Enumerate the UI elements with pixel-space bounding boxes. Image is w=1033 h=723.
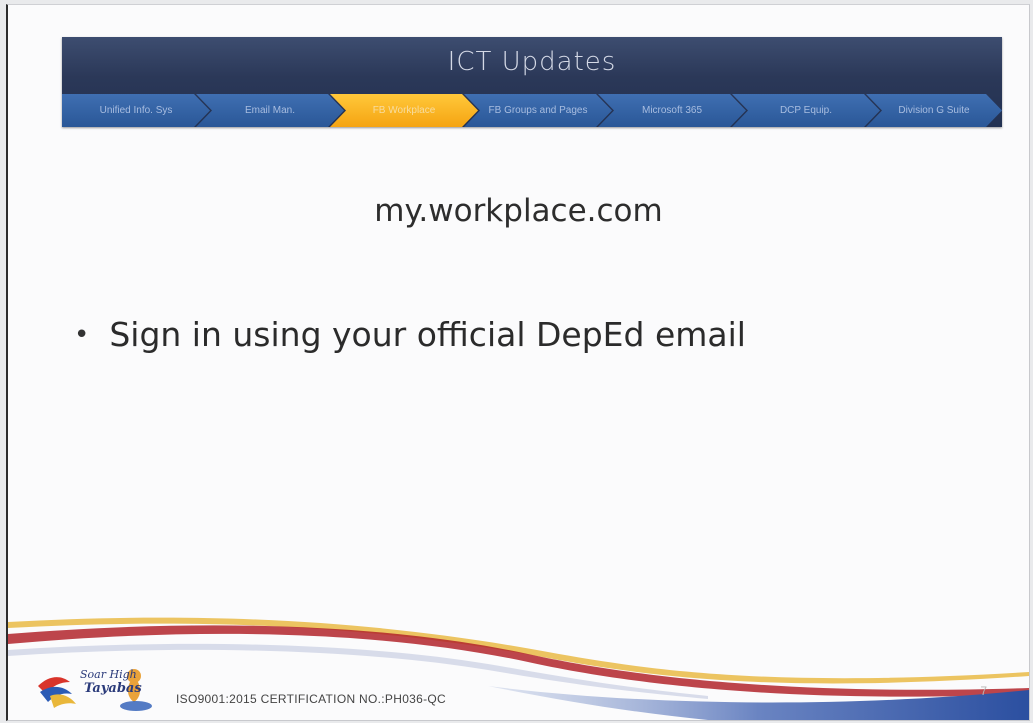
step-fb-groups-and-pages[interactable]: FB Groups and Pages [464,94,612,127]
step-dcp-equip[interactable]: DCP Equip. [732,94,880,127]
banner-title: ICT Updates [447,47,617,77]
svg-text:Soar High: Soar High [80,668,137,681]
slide-heading: my.workplace.com [374,193,663,229]
progress-steps: Unified Info. Sys Email Man. FB Workplac… [62,94,1002,127]
footer-swoosh [8,617,1029,720]
step-fb-workplace[interactable]: FB Workplace [330,94,478,127]
bullet-text: Sign in using your official DepEd email [109,315,746,354]
step-division-g-suite[interactable]: Division G Suite [866,94,1002,127]
step-email-man[interactable]: Email Man. [196,94,344,127]
soar-high-tayabas-logo: Soar High Tayabas [38,668,152,711]
page-number: 7 [980,684,987,698]
svg-text:Tayabas: Tayabas [84,681,142,696]
bullet-item: • Sign in using your official DepEd emai… [74,315,746,354]
step-unified-info-sys[interactable]: Unified Info. Sys [62,94,210,127]
ict-updates-banner: ICT Updates Unified Info. Sys Email Man.… [62,37,1002,127]
certification-number: ISO9001:2015 CERTIFICATION NO.:PH036-QC [176,692,447,706]
slide: ICT Updates Unified Info. Sys Email Man.… [6,4,1030,721]
bullet-dot-icon: • [74,319,90,350]
step-microsoft-365[interactable]: Microsoft 365 [598,94,746,127]
